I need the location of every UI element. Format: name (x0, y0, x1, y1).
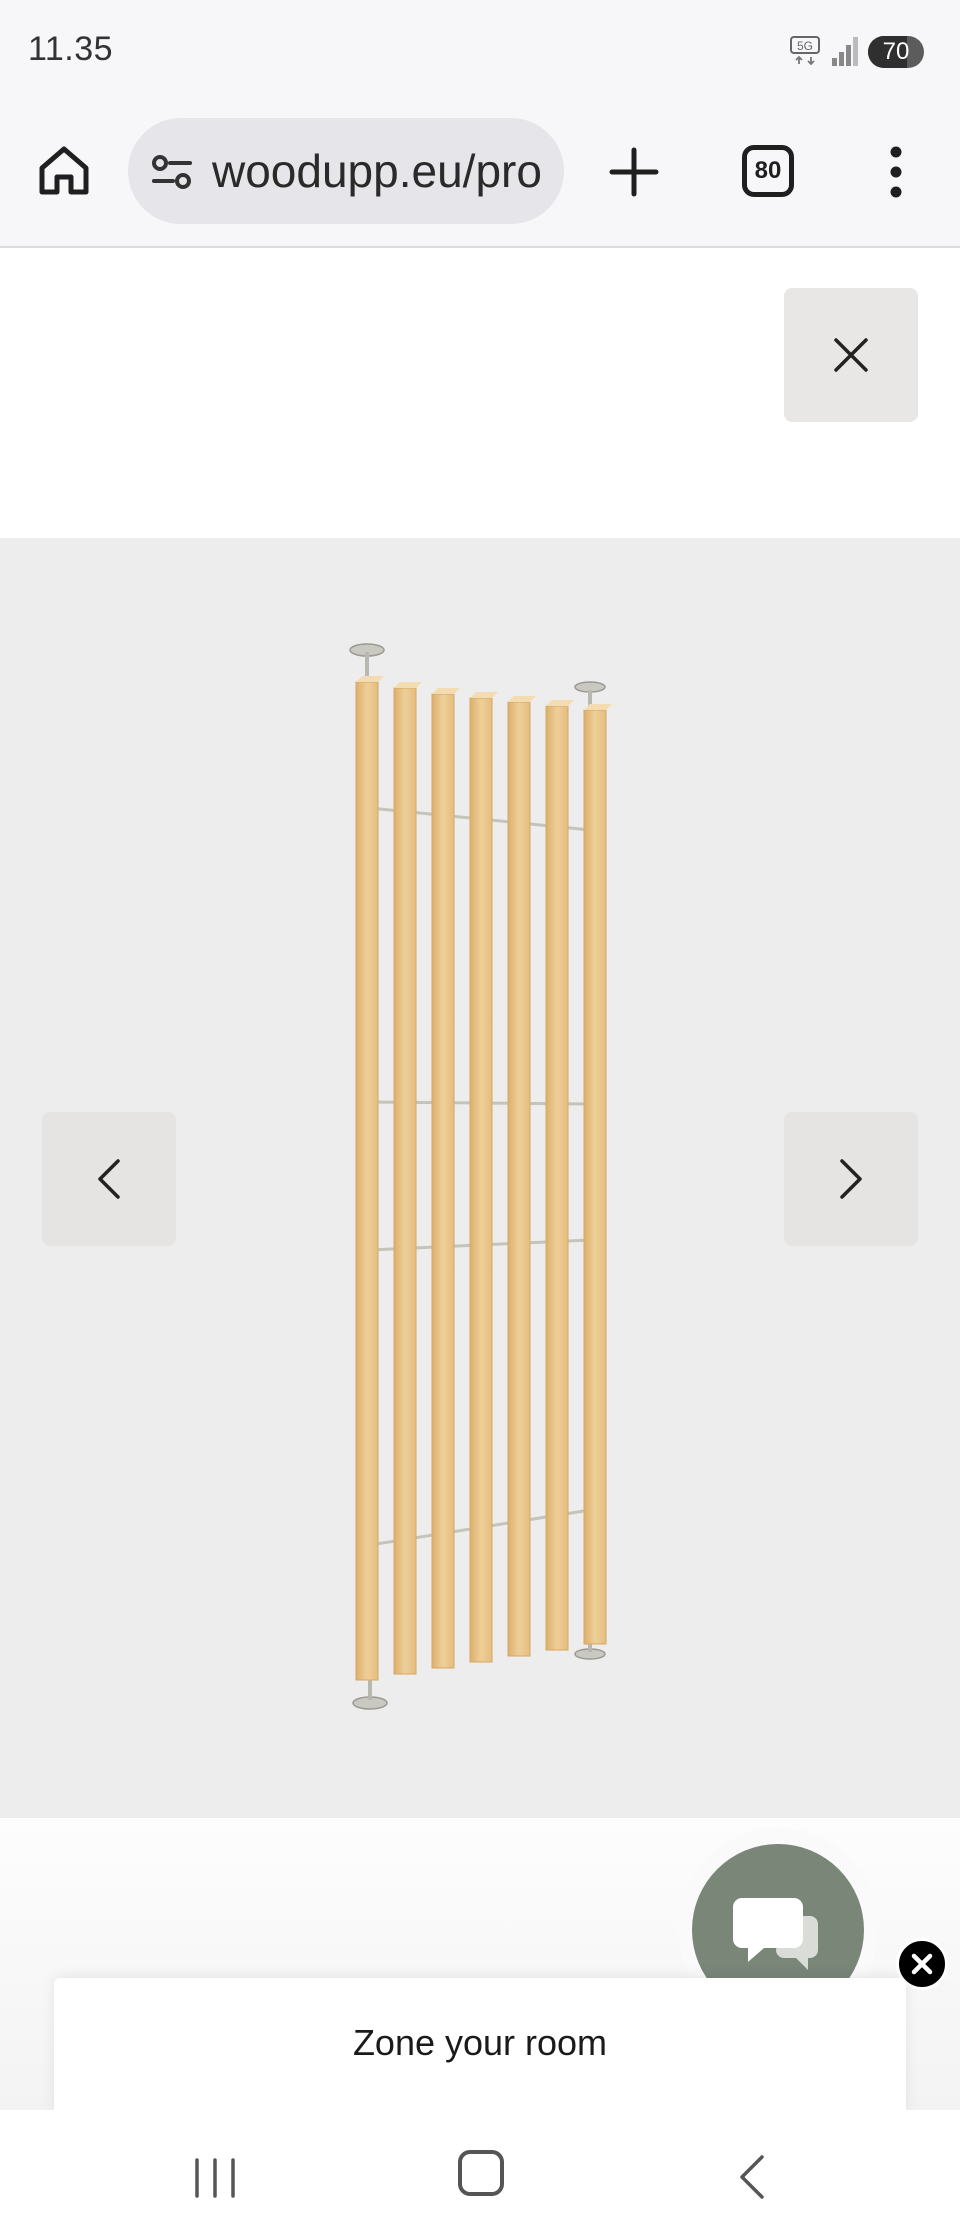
gallery-prev-button[interactable] (42, 1112, 176, 1246)
plus-icon[interactable] (606, 144, 662, 200)
close-circle-icon (911, 1953, 933, 1975)
gallery-next-button[interactable] (784, 1112, 918, 1246)
back-icon[interactable] (732, 2152, 772, 2202)
battery-level: 70 (882, 38, 910, 65)
url-text[interactable]: woodupp.eu/pro (212, 144, 552, 198)
tab-switcher-button[interactable]: 80 (742, 145, 794, 197)
slat-1 (355, 681, 379, 1681)
chevron-right-icon (840, 1159, 862, 1199)
status-time: 11.35 (28, 30, 114, 68)
home-icon[interactable] (36, 142, 92, 198)
product-image (349, 643, 612, 1710)
slat-top-5 (508, 696, 536, 702)
slat-top-2 (394, 682, 422, 688)
slat-top-1 (356, 676, 384, 682)
recent-apps-icon[interactable] (190, 2156, 240, 2200)
svg-text:5G: 5G (797, 39, 813, 53)
slat-top-6 (546, 700, 574, 706)
slat-5 (507, 701, 531, 1657)
slat-top-4 (470, 692, 498, 698)
battery-indicator: 70 (868, 36, 924, 68)
more-vert-icon[interactable] (880, 144, 912, 200)
slat-2 (393, 687, 417, 1675)
slat-3 (431, 693, 455, 1669)
home-circle-icon[interactable] (458, 2150, 504, 2196)
close-icon (834, 338, 868, 372)
slat-7 (583, 709, 607, 1645)
tune-icon[interactable] (150, 152, 194, 192)
signal-icon (832, 37, 858, 66)
chevron-left-icon (98, 1159, 120, 1199)
close-button[interactable] (784, 288, 918, 422)
slat-4 (469, 697, 493, 1663)
slat-top-3 (432, 688, 460, 694)
card-title: Zone your room (352, 2022, 608, 2063)
network-5g-icon: 5G (790, 36, 820, 66)
slat-6 (545, 705, 569, 1651)
